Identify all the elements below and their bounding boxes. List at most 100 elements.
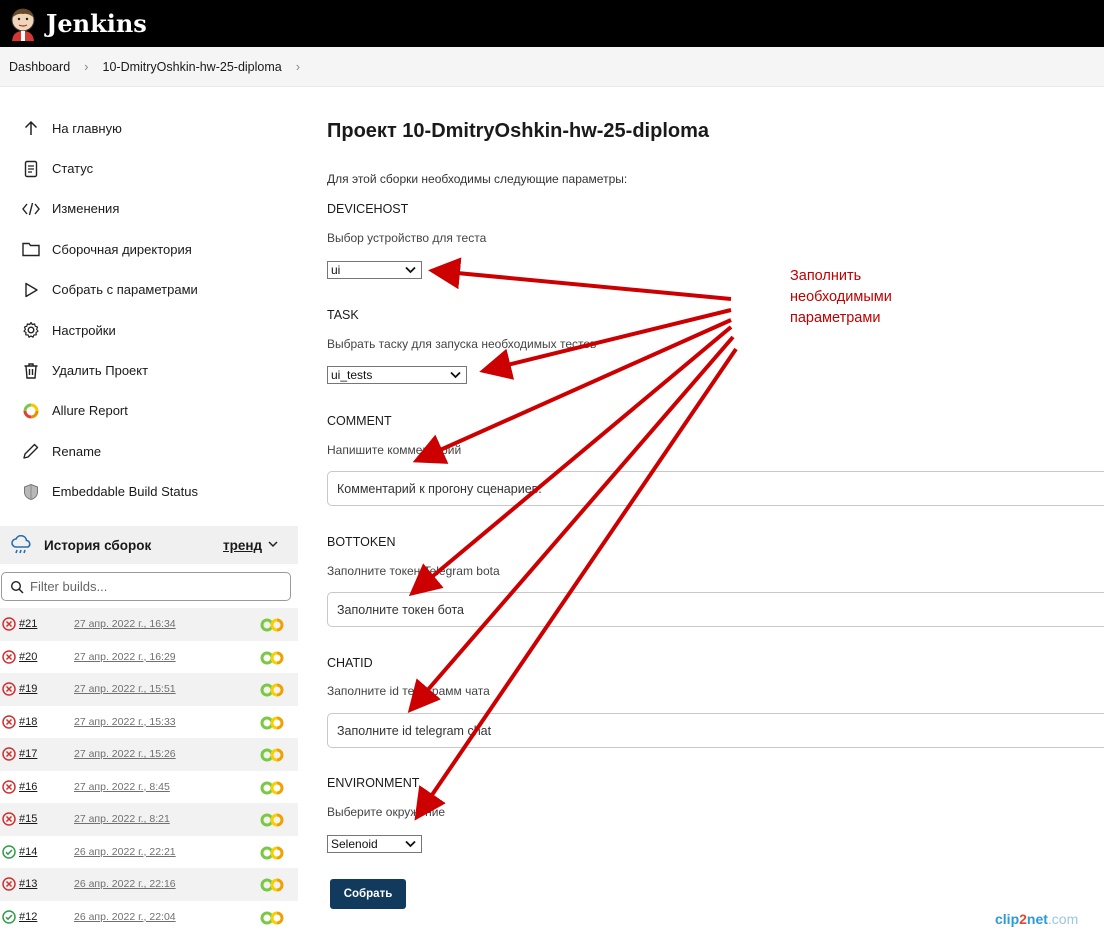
bottoken-placeholder: Заполните токен бота bbox=[337, 602, 464, 617]
sidebar-item-embeddable-build-status[interactable]: Embeddable Build Status bbox=[0, 472, 298, 512]
build-date-link[interactable]: 26 апр. 2022 г., 22:21 bbox=[74, 846, 176, 858]
devicehost-value: ui bbox=[331, 263, 341, 277]
build-history-title: История сборок bbox=[44, 537, 152, 553]
build-failed-icon bbox=[2, 747, 16, 761]
build-number-link[interactable]: #17 bbox=[19, 748, 74, 760]
build-date-link[interactable]: 27 апр. 2022 г., 15:26 bbox=[74, 748, 176, 760]
build-row[interactable]: #17 27 апр. 2022 г., 15:26 bbox=[0, 738, 298, 771]
build-row[interactable]: #20 27 апр. 2022 г., 16:29 bbox=[0, 641, 298, 674]
sidebar-item-settings[interactable]: Настройки bbox=[0, 310, 298, 350]
build-history-header: История сборок тренд bbox=[0, 526, 298, 564]
jenkins-logo-icon[interactable] bbox=[8, 7, 38, 41]
sidebar-item-workspace[interactable]: Сборочная директория bbox=[0, 229, 298, 269]
allure-report-icon[interactable] bbox=[260, 911, 289, 925]
allure-icon bbox=[22, 402, 40, 420]
sidebar-item-changes[interactable]: Изменения bbox=[0, 189, 298, 229]
param-task-description: Выбрать таску для запуска необходимых те… bbox=[327, 337, 597, 351]
build-row[interactable]: #13 26 апр. 2022 г., 22:16 bbox=[0, 868, 298, 901]
sidebar-item-label: Удалить Проект bbox=[52, 363, 149, 379]
build-number-link[interactable]: #13 bbox=[19, 878, 74, 890]
bottoken-input[interactable]: Заполните токен бота bbox=[327, 592, 1104, 627]
sidebar-item-allure-report[interactable]: Allure Report bbox=[0, 391, 298, 431]
sidebar-item-delete-project[interactable]: Удалить Проект bbox=[0, 350, 298, 390]
annotation-arrow bbox=[407, 335, 735, 714]
build-date-link[interactable]: 27 апр. 2022 г., 15:51 bbox=[74, 683, 176, 695]
build-row[interactable]: #14 26 апр. 2022 г., 22:21 bbox=[0, 836, 298, 869]
annotation-line: параметрами bbox=[790, 310, 881, 326]
build-failed-icon bbox=[2, 877, 16, 891]
build-number-link[interactable]: #14 bbox=[19, 846, 74, 858]
allure-report-icon[interactable] bbox=[260, 716, 289, 730]
build-row[interactable]: #18 27 апр. 2022 г., 15:33 bbox=[0, 706, 298, 739]
trend-link[interactable]: тренд bbox=[223, 538, 262, 553]
build-date-link[interactable]: 27 апр. 2022 г., 8:21 bbox=[74, 813, 170, 825]
sidebar-item-label: На главную bbox=[52, 120, 122, 136]
build-success-icon bbox=[2, 845, 16, 859]
param-devicehost-name: DEVICEHOST bbox=[327, 202, 409, 216]
allure-report-icon[interactable] bbox=[260, 846, 289, 860]
filter-builds-placeholder: Filter builds... bbox=[30, 579, 108, 594]
build-number-link[interactable]: #12 bbox=[19, 911, 74, 923]
sidebar-item-label: Embeddable Build Status bbox=[52, 484, 198, 500]
build-number-link[interactable]: #21 bbox=[19, 618, 74, 630]
sidebar-item-label: Allure Report bbox=[52, 403, 128, 419]
build-date-link[interactable]: 26 апр. 2022 г., 22:04 bbox=[74, 911, 176, 923]
build-row[interactable]: #15 27 апр. 2022 г., 8:21 bbox=[0, 803, 298, 836]
environment-select[interactable]: Selenoid bbox=[327, 835, 422, 853]
chevron-down-icon[interactable] bbox=[267, 538, 279, 550]
sidebar-item-home[interactable]: На главную bbox=[0, 108, 298, 148]
build-number-link[interactable]: #16 bbox=[19, 781, 74, 793]
comment-placeholder: Комментарий к прогону сценариев. bbox=[337, 481, 542, 496]
annotation-line: Заполнить bbox=[790, 268, 862, 284]
build-button[interactable]: Собрать bbox=[330, 879, 406, 909]
allure-report-icon[interactable] bbox=[260, 651, 289, 665]
build-failed-icon bbox=[2, 780, 16, 794]
build-date-link[interactable]: 27 апр. 2022 г., 15:33 bbox=[74, 716, 176, 728]
comment-input[interactable]: Комментарий к прогону сценариев. bbox=[327, 471, 1104, 506]
allure-report-icon[interactable] bbox=[260, 748, 289, 762]
document-icon bbox=[22, 160, 40, 178]
build-success-icon bbox=[2, 910, 16, 924]
devicehost-select[interactable]: ui bbox=[327, 261, 422, 279]
build-row[interactable]: #16 27 апр. 2022 г., 8:45 bbox=[0, 771, 298, 804]
breadcrumb-project[interactable]: 10-DmitryOshkin-hw-25-diploma bbox=[103, 60, 282, 74]
build-row[interactable]: #12 26 апр. 2022 г., 22:04 bbox=[0, 901, 298, 934]
breadcrumb-dashboard[interactable]: Dashboard bbox=[9, 60, 70, 74]
param-task-name: TASK bbox=[327, 308, 359, 322]
allure-report-icon[interactable] bbox=[260, 878, 289, 892]
sidebar-item-build-with-parameters[interactable]: Собрать с параметрами bbox=[0, 270, 298, 310]
allure-report-icon[interactable] bbox=[260, 618, 289, 632]
shield-icon bbox=[22, 483, 40, 501]
folder-icon bbox=[22, 240, 40, 258]
task-select[interactable]: ui_tests bbox=[327, 366, 467, 384]
annotation-note: Заполнить необходимыми параметрами bbox=[790, 266, 892, 329]
build-number-link[interactable]: #18 bbox=[19, 716, 74, 728]
sidebar-item-rename[interactable]: Rename bbox=[0, 431, 298, 471]
chevron-down-icon bbox=[405, 840, 416, 848]
build-number-link[interactable]: #19 bbox=[19, 683, 74, 695]
chevron-down-icon bbox=[450, 371, 461, 379]
build-date-link[interactable]: 26 апр. 2022 г., 22:16 bbox=[74, 878, 176, 890]
build-failed-icon bbox=[2, 617, 16, 631]
sidebar-item-label: Настройки bbox=[52, 322, 116, 338]
chatid-input[interactable]: Заполните id telegram chat bbox=[327, 713, 1104, 748]
environment-value: Selenoid bbox=[331, 837, 378, 851]
sidebar-item-status[interactable]: Статус bbox=[0, 148, 298, 188]
build-date-link[interactable]: 27 апр. 2022 г., 16:34 bbox=[74, 618, 176, 630]
build-number-link[interactable]: #15 bbox=[19, 813, 74, 825]
filter-builds-input[interactable]: Filter builds... bbox=[1, 572, 291, 601]
app-name[interactable]: Jenkins bbox=[46, 9, 147, 38]
build-row[interactable]: #19 27 апр. 2022 г., 15:51 bbox=[0, 673, 298, 706]
build-number-link[interactable]: #20 bbox=[19, 651, 74, 663]
allure-report-icon[interactable] bbox=[260, 813, 289, 827]
chevron-right-icon[interactable]: › bbox=[296, 59, 300, 74]
breadcrumb: Dashboard › 10-DmitryOshkin-hw-25-diplom… bbox=[0, 47, 1104, 87]
param-environment-description: Выберите окружение bbox=[327, 805, 446, 819]
build-date-link[interactable]: 27 апр. 2022 г., 8:45 bbox=[74, 781, 170, 793]
build-row[interactable]: #21 27 апр. 2022 г., 16:34 bbox=[0, 608, 298, 641]
allure-report-icon[interactable] bbox=[260, 683, 289, 697]
build-date-link[interactable]: 27 апр. 2022 г., 16:29 bbox=[74, 651, 176, 663]
allure-report-icon[interactable] bbox=[260, 781, 289, 795]
arrow-up-icon bbox=[22, 119, 40, 137]
build-failed-icon bbox=[2, 715, 16, 729]
